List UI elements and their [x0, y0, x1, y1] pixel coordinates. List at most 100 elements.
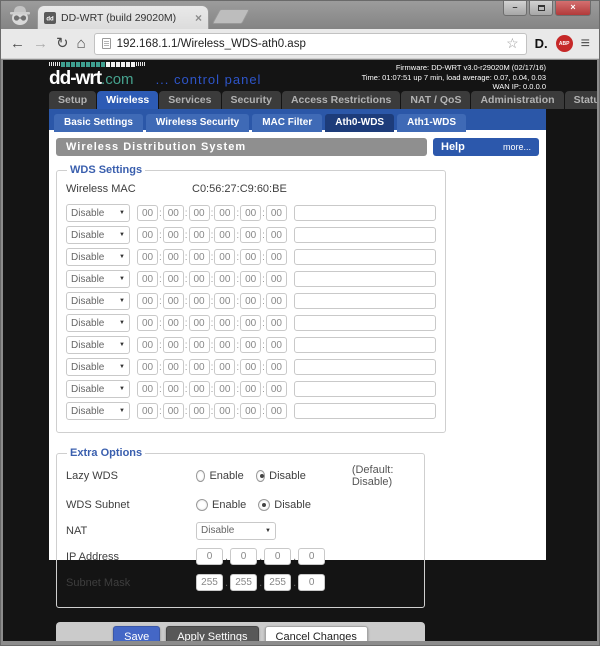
mac-octet-input[interactable] [137, 205, 158, 221]
mac-octet-input[interactable] [189, 315, 210, 331]
mac-octet-input[interactable] [214, 403, 235, 419]
subtab-basic-settings[interactable]: Basic Settings [54, 114, 143, 132]
wds-note-input[interactable] [294, 403, 436, 419]
mac-octet-input[interactable] [137, 315, 158, 331]
mac-octet-input[interactable] [189, 205, 210, 221]
wds-note-input[interactable] [294, 205, 436, 221]
tab-close-icon[interactable]: × [195, 13, 202, 23]
wds-mode-select[interactable]: Disable ▼ [66, 314, 130, 332]
address-bar[interactable]: 192.168.1.1/Wireless_WDS-ath0.asp ☆ [94, 33, 527, 55]
mac-octet-input[interactable] [163, 249, 184, 265]
wds-mode-select[interactable]: Disable ▼ [66, 248, 130, 266]
mac-octet-input[interactable] [163, 271, 184, 287]
tab-administration[interactable]: Administration [471, 91, 563, 109]
ip-octet-input[interactable] [196, 548, 223, 565]
wds-note-input[interactable] [294, 227, 436, 243]
mac-octet-input[interactable] [214, 227, 235, 243]
nat-select[interactable]: Disable ▼ [196, 522, 276, 540]
mac-octet-input[interactable] [240, 293, 261, 309]
mask-octet-input[interactable] [196, 574, 223, 591]
mac-octet-input[interactable] [189, 359, 210, 375]
mac-octet-input[interactable] [266, 381, 287, 397]
mac-octet-input[interactable] [214, 271, 235, 287]
wds-mode-select[interactable]: Disable ▼ [66, 358, 130, 376]
mac-octet-input[interactable] [163, 227, 184, 243]
ip-octet-input[interactable] [230, 548, 257, 565]
mac-octet-input[interactable] [163, 337, 184, 353]
wds-note-input[interactable] [294, 315, 436, 331]
mac-octet-input[interactable] [266, 293, 287, 309]
mac-octet-input[interactable] [214, 381, 235, 397]
mac-octet-input[interactable] [214, 315, 235, 331]
d-extension-icon[interactable]: D. [535, 36, 548, 51]
wds-mode-select[interactable]: Disable ▼ [66, 292, 130, 310]
mac-octet-input[interactable] [240, 249, 261, 265]
mac-octet-input[interactable] [137, 249, 158, 265]
close-button[interactable]: × [555, 1, 591, 16]
mask-octet-input[interactable] [298, 574, 325, 591]
mac-octet-input[interactable] [163, 403, 184, 419]
mask-octet-input[interactable] [264, 574, 291, 591]
subtab-ath1-wds[interactable]: Ath1-WDS [397, 114, 466, 132]
mac-octet-input[interactable] [163, 381, 184, 397]
mac-octet-input[interactable] [137, 403, 158, 419]
forward-icon[interactable]: → [33, 36, 48, 51]
mac-octet-input[interactable] [214, 337, 235, 353]
mac-octet-input[interactable] [240, 381, 261, 397]
wds-subnet-enable-radio[interactable] [196, 499, 208, 511]
mac-octet-input[interactable] [266, 315, 287, 331]
menu-icon[interactable]: ≡ [581, 35, 590, 53]
mac-octet-input[interactable] [266, 249, 287, 265]
ip-octet-input[interactable] [298, 548, 325, 565]
mac-octet-input[interactable] [163, 359, 184, 375]
subtab-mac-filter[interactable]: MAC Filter [252, 114, 322, 132]
mac-octet-input[interactable] [189, 271, 210, 287]
lazy-wds-enable-radio[interactable] [196, 470, 205, 482]
mac-octet-input[interactable] [214, 249, 235, 265]
reload-icon[interactable]: ↻ [56, 36, 69, 51]
wds-note-input[interactable] [294, 293, 436, 309]
back-icon[interactable]: ← [10, 36, 25, 51]
mac-octet-input[interactable] [240, 227, 261, 243]
mac-octet-input[interactable] [189, 227, 210, 243]
tab-services[interactable]: Services [159, 91, 220, 109]
mac-octet-input[interactable] [266, 337, 287, 353]
mac-octet-input[interactable] [266, 271, 287, 287]
lazy-wds-disable-radio[interactable] [256, 470, 265, 482]
tab-access-restrictions[interactable]: Access Restrictions [282, 91, 400, 109]
mask-octet-input[interactable] [230, 574, 257, 591]
url-text[interactable]: 192.168.1.1/Wireless_WDS-ath0.asp [117, 38, 500, 50]
mac-octet-input[interactable] [266, 359, 287, 375]
tab-setup[interactable]: Setup [49, 91, 96, 109]
tab-status[interactable]: Status [565, 91, 597, 109]
wds-note-input[interactable] [294, 359, 436, 375]
wds-mode-select[interactable]: Disable ▼ [66, 380, 130, 398]
tab-wireless[interactable]: Wireless [97, 91, 158, 109]
wds-mode-select[interactable]: Disable ▼ [66, 270, 130, 288]
subtab-wireless-security[interactable]: Wireless Security [146, 114, 249, 132]
wds-mode-select[interactable]: Disable ▼ [66, 402, 130, 420]
wds-note-input[interactable] [294, 381, 436, 397]
wds-note-input[interactable] [294, 271, 436, 287]
mac-octet-input[interactable] [137, 271, 158, 287]
mac-octet-input[interactable] [240, 403, 261, 419]
cancel-changes-button[interactable]: Cancel Changes [265, 626, 368, 641]
wds-subnet-disable-radio[interactable] [258, 499, 270, 511]
mac-octet-input[interactable] [214, 359, 235, 375]
mac-octet-input[interactable] [163, 315, 184, 331]
mac-octet-input[interactable] [266, 227, 287, 243]
wds-mode-select[interactable]: Disable ▼ [66, 226, 130, 244]
mac-octet-input[interactable] [266, 403, 287, 419]
mac-octet-input[interactable] [240, 315, 261, 331]
adblock-icon[interactable]: ABP [556, 35, 573, 52]
mac-octet-input[interactable] [266, 205, 287, 221]
mac-octet-input[interactable] [137, 337, 158, 353]
apply-settings-button[interactable]: Apply Settings [166, 626, 258, 641]
mac-octet-input[interactable] [163, 293, 184, 309]
wds-note-input[interactable] [294, 337, 436, 353]
mac-octet-input[interactable] [214, 205, 235, 221]
mac-octet-input[interactable] [137, 227, 158, 243]
mac-octet-input[interactable] [137, 293, 158, 309]
mac-octet-input[interactable] [163, 205, 184, 221]
mac-octet-input[interactable] [137, 359, 158, 375]
